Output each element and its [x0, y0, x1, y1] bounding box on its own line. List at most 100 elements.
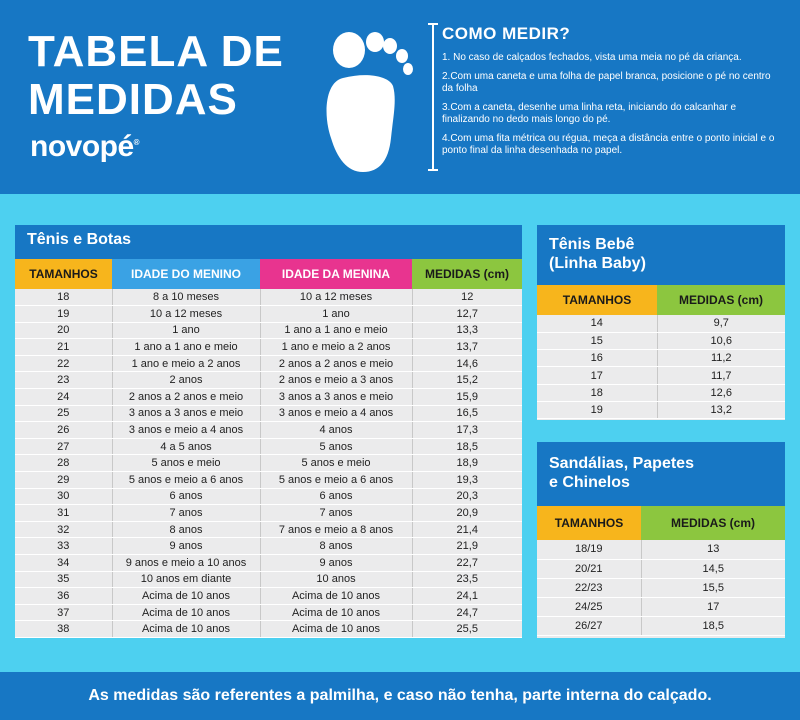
table-cell: 33: [15, 537, 113, 555]
table-cell: 20/21: [537, 559, 642, 579]
how-to-step: 3.Com a caneta, desenhe uma linha reta, …: [442, 102, 737, 125]
table-row: 25 3 anos a 3 anos e meio 3 anos e meio a …: [15, 405, 522, 423]
table-cell: 5 anos e meio: [260, 454, 413, 473]
table-cell: 7 anos: [260, 504, 413, 522]
table-cell: 2 anos e meio a 3 anos: [260, 371, 413, 390]
table-cell: 15: [537, 332, 658, 351]
table-row: 19 10 a 12 meses 1 ano 12,7: [15, 305, 522, 323]
table-cell: 26/27: [537, 616, 642, 636]
table-row: 32 8 anos 7 anos e meio a 8 anos 21,4: [15, 521, 522, 539]
table-cell: 30: [15, 488, 113, 506]
table-row: 27 4 a 5 anos 5 anos 18,5: [15, 438, 522, 456]
col-header-medidas: MEDIDAS (cm): [412, 259, 522, 289]
table-row: 20 1 ano 1 ano a 1 ano e meio 13,3: [15, 322, 522, 340]
table-cell: 9 anos: [112, 537, 261, 555]
table-cell: 14,5: [641, 559, 785, 579]
table-cell: 7 anos e meio a 8 anos: [260, 521, 413, 539]
table-cell: 10 anos: [260, 571, 413, 589]
table-cell: 1 ano e meio a 2 anos: [260, 338, 413, 356]
table-cell: 32: [15, 521, 113, 539]
table-cell: 18: [537, 384, 658, 402]
table-cell: Acima de 10 anos: [112, 604, 261, 622]
table-cell: 4 a 5 anos: [112, 438, 261, 456]
table-cell: 19: [537, 401, 658, 420]
table-cell: 8 a 10 meses: [112, 289, 261, 307]
table-row: 37 Acima de 10 anos Acima de 10 anos 24,7: [15, 604, 522, 622]
table-row: 34 9 anos e meio a 10 anos 9 anos 22,7: [15, 554, 522, 572]
table-cell: 5 anos e meio: [112, 454, 261, 473]
table-cell: 14: [537, 315, 658, 333]
how-to-step: 4.Com uma fita métrica ou régua, meça a …: [442, 133, 775, 156]
table-cell: 25,5: [412, 620, 522, 638]
table-cell: 18,5: [412, 438, 522, 456]
table-row: 26 3 anos e meio a 4 anos 4 anos 17,3: [15, 421, 522, 439]
table-cell: 20,3: [412, 488, 522, 506]
table-cell: 17: [537, 366, 658, 385]
page-title: TABELA DE MEDIDAS: [28, 28, 284, 124]
table-cell: 24,1: [412, 587, 522, 605]
table-row: 36 Acima de 10 anos Acima de 10 anos 24,1: [15, 587, 522, 605]
col-header-medidas: MEDIDAS (cm): [641, 506, 785, 540]
table-cell: 4 anos: [260, 421, 413, 439]
table-cell: 31: [15, 504, 113, 522]
sandalias-title-line-2: e Chinelos: [549, 474, 630, 491]
table-cell: 13,3: [412, 322, 522, 340]
table-cell: 10 a 12 meses: [112, 305, 261, 323]
table-cell: 28: [15, 454, 113, 473]
table-cell: 3 anos e meio a 4 anos: [112, 421, 261, 439]
tenis-bebe-title: Tênis Bebê (Linha Baby): [537, 225, 785, 285]
table-row: 35 10 anos em diante 10 anos 23,5: [15, 571, 522, 589]
table-cell: 10 anos em diante: [112, 571, 261, 589]
table-cell: 3 anos a 3 anos e meio: [260, 388, 413, 406]
tenis-botas-title: Tênis e Botas: [15, 225, 522, 259]
tenis-botas-panel: Tênis e Botas TAMANHOS IDADE DO MENINO I…: [15, 225, 522, 638]
tenis-bebe-panel: Tênis Bebê (Linha Baby) TAMANHOS MEDIDAS…: [537, 225, 785, 420]
table-cell: 18,5: [641, 616, 785, 636]
sandalias-title-line-1: Sandálias, Papetes: [549, 455, 694, 472]
table-cell: 5 anos e meio a 6 anos: [112, 471, 261, 489]
table-row: 24 2 anos a 2 anos e meio 3 anos a 3 anos …: [15, 388, 522, 406]
table-cell: 2 anos a 2 anos e meio: [112, 388, 261, 406]
sandalias-panel: Sandálias, Papetes e Chinelos TAMANHOS M…: [537, 442, 785, 638]
table-cell: 27: [15, 438, 113, 456]
table-row: 19 13,2: [537, 401, 785, 420]
table-cell: 16,5: [412, 405, 522, 423]
table-cell: 34: [15, 554, 113, 572]
table-cell: 26: [15, 421, 113, 439]
col-header-medidas: MEDIDAS (cm): [657, 285, 785, 315]
col-header-tamanhos: TAMANHOS: [537, 285, 657, 315]
table-cell: 24/25: [537, 597, 642, 617]
table-cell: 10 a 12 meses: [260, 289, 413, 307]
table-row: 14 9,7: [537, 315, 785, 333]
table-row: 30 6 anos 6 anos 20,3: [15, 488, 522, 506]
table-cell: 12,7: [412, 305, 522, 323]
table-row: 22 1 ano e meio a 2 anos 2 anos a 2 anos e…: [15, 355, 522, 373]
table-cell: 18: [15, 289, 113, 307]
table-cell: 22,7: [412, 554, 522, 572]
table-cell: Acima de 10 anos: [260, 620, 413, 638]
table-cell: 36: [15, 587, 113, 605]
title-line-1: TABELA DE: [28, 27, 284, 76]
table-cell: 29: [15, 471, 113, 489]
table-cell: 1 ano: [260, 305, 413, 323]
header-banner: TABELA DE MEDIDAS novopé® COMO MEDIR? 1.…: [0, 0, 800, 194]
table-cell: 8 anos: [260, 537, 413, 555]
table-cell: 11,2: [657, 349, 785, 368]
table-cell: 12: [412, 289, 522, 307]
table-cell: 22/23: [537, 578, 642, 598]
title-line-2: MEDIDAS: [28, 75, 238, 124]
table-cell: 35: [15, 571, 113, 589]
table-cell: 18,9: [412, 454, 522, 473]
table-cell: Acima de 10 anos: [260, 604, 413, 622]
table-cell: 7 anos: [112, 504, 261, 522]
table-cell: 5 anos e meio a 6 anos: [260, 471, 413, 489]
table-cell: 24: [15, 388, 113, 406]
table-cell: 14,6: [412, 355, 522, 373]
table-cell: 12,6: [657, 384, 785, 402]
col-header-idade-menina: IDADE DA MENINA: [260, 259, 412, 289]
table-row: 18/19 13: [537, 540, 785, 560]
table-cell: 22: [15, 355, 113, 373]
table-cell: 20: [15, 322, 113, 340]
table-row: 15 10,6: [537, 332, 785, 351]
table-cell: 15,2: [412, 371, 522, 390]
